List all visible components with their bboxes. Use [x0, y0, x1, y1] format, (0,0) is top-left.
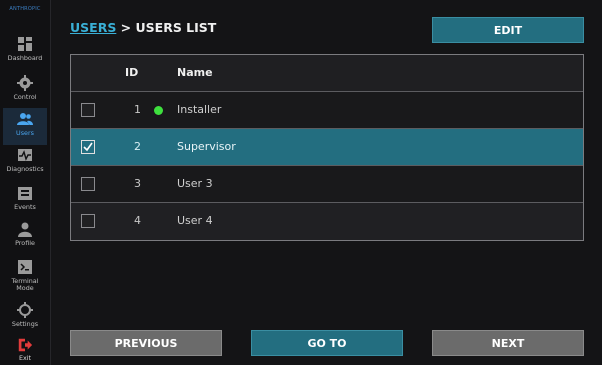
row-checkbox[interactable]	[81, 103, 95, 117]
column-header-id: ID	[125, 66, 139, 79]
cell-id: 3	[134, 177, 141, 190]
settings-icon	[17, 302, 33, 318]
table-row[interactable]: 4 User 4	[71, 203, 583, 240]
table-header: ID Name	[71, 55, 583, 92]
profile-icon	[18, 222, 32, 237]
previous-button[interactable]: PREVIOUS	[70, 330, 222, 356]
checkmark-icon	[83, 142, 93, 152]
breadcrumb-separator: >	[116, 20, 136, 35]
cell-name: Installer	[177, 103, 222, 116]
row-checkbox[interactable]	[81, 214, 95, 228]
exit-icon	[18, 338, 33, 352]
table-row[interactable]: 3 User 3	[71, 166, 583, 203]
breadcrumb: USERS > USERS LIST	[70, 20, 216, 36]
edit-button[interactable]: EDIT	[432, 17, 584, 43]
dashboard-icon	[18, 37, 32, 51]
row-checkbox[interactable]	[81, 140, 95, 154]
next-button[interactable]: NEXT	[432, 330, 584, 356]
sidebar-item-label: Exit	[18, 354, 32, 362]
table-row[interactable]: 2 Supervisor	[71, 129, 583, 166]
column-header-name: Name	[177, 66, 213, 79]
page-title: USERS LIST	[135, 20, 217, 35]
cell-id: 4	[134, 214, 141, 227]
users-table: ID Name 1 Installer 2 Supervisor 3 User …	[70, 54, 584, 241]
cell-name: User 4	[177, 214, 213, 227]
cell-id: 1	[134, 103, 141, 116]
sidebar-item-label: Dashboard	[7, 54, 43, 62]
table-row[interactable]: 1 Installer	[71, 92, 583, 129]
cell-id: 2	[134, 140, 141, 153]
users-icon	[17, 113, 33, 125]
sidebar-item-events[interactable]: Events	[3, 182, 47, 219]
sidebar-item-terminal-mode[interactable]: Terminal Mode	[3, 256, 47, 293]
sidebar-item-label: Diagnostics	[6, 165, 44, 173]
brand-logo: ANTHROPIC	[9, 6, 41, 12]
goto-button[interactable]: GO TO	[251, 330, 403, 356]
sidebar-item-dashboard[interactable]: Dashboard	[3, 33, 47, 70]
sidebar-item-label: Profile	[15, 239, 35, 247]
online-status-icon	[154, 106, 163, 115]
breadcrumb-link-users[interactable]: USERS	[70, 20, 116, 35]
events-icon	[18, 187, 32, 200]
sidebar-item-diagnostics[interactable]: Diagnostics	[3, 144, 47, 181]
sidebar-item-label: Events	[14, 203, 36, 211]
sidebar-item-profile[interactable]: Profile	[3, 218, 47, 255]
sidebar: ANTHROPIC Dashboard Control Users Diagno…	[0, 0, 51, 365]
sidebar-item-label: Users	[16, 129, 34, 137]
sidebar-item-settings[interactable]: Settings	[3, 299, 47, 336]
sidebar-item-users[interactable]: Users	[3, 108, 47, 145]
row-checkbox[interactable]	[81, 177, 95, 191]
diagnostics-icon	[18, 149, 32, 161]
gear-icon	[17, 75, 33, 91]
sidebar-item-label: Control	[13, 93, 37, 101]
terminal-icon	[18, 260, 32, 274]
cell-name: User 3	[177, 177, 213, 190]
sidebar-item-label: Settings	[11, 320, 39, 328]
sidebar-item-label: Terminal Mode	[11, 277, 39, 292]
sidebar-item-exit[interactable]: Exit	[3, 335, 47, 365]
sidebar-item-control[interactable]: Control	[3, 72, 47, 109]
cell-name: Supervisor	[177, 140, 236, 153]
